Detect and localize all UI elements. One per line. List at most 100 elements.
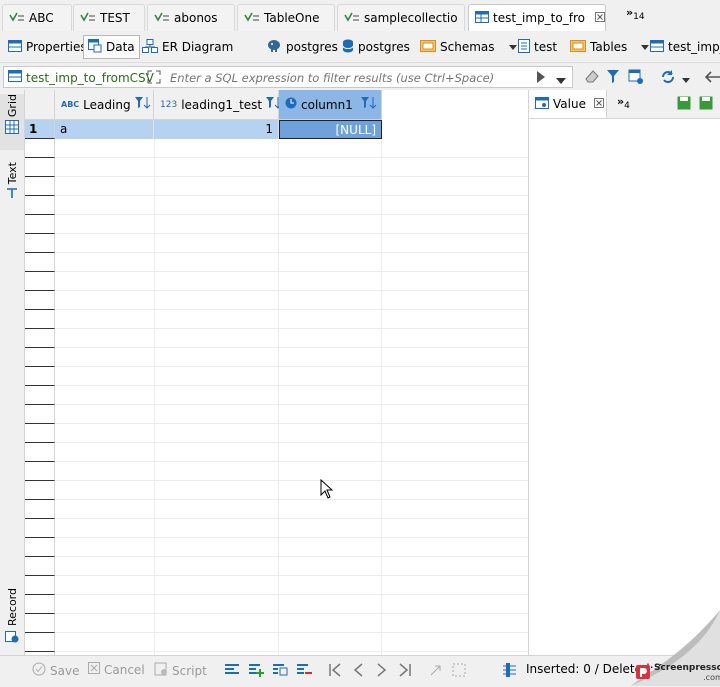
value-panel: Value »4 [528, 90, 720, 655]
editor-tab-abc[interactable]: ABC [2, 4, 72, 31]
grid-line [55, 404, 528, 405]
filter-input[interactable] [168, 68, 532, 88]
row-number-empty [25, 538, 55, 557]
table-cell[interactable]: 1 [154, 120, 279, 139]
cancel-button[interactable]: Cancel [88, 662, 145, 677]
folder-table-icon [420, 39, 436, 55]
next-page-icon[interactable] [376, 663, 388, 680]
editor-tab-tableone[interactable]: TableOne [237, 4, 335, 31]
row-number-empty [25, 348, 55, 367]
panels-icon[interactable] [502, 663, 518, 680]
postgres-elephant-icon [266, 39, 282, 56]
row-number-empty [25, 367, 55, 386]
grid-corner[interactable] [25, 90, 55, 120]
breadcrumb-table[interactable]: test_imp_t [646, 35, 720, 59]
row-number-empty [25, 443, 55, 462]
save-all-icon[interactable] [699, 96, 720, 113]
editor-tab-bar: ABC TEST abonos TableOne samplecollectio… [0, 0, 720, 33]
tab-value[interactable]: Value [529, 90, 607, 118]
editor-tab-test-imp-to-fro[interactable]: test_imp_to_fro [468, 4, 606, 31]
expand-filter-icon[interactable] [147, 70, 161, 87]
filter-settings-icon[interactable] [628, 69, 644, 88]
grid-line [55, 518, 528, 519]
row-number-empty [25, 424, 55, 443]
save-button[interactable]: Save [32, 662, 79, 679]
fetch-next-icon[interactable] [428, 663, 444, 680]
breadcrumb-datasource[interactable]: postgres [262, 35, 342, 59]
apply-filter-icon[interactable] [536, 71, 546, 86]
filter-table-label[interactable]: test_imp_to_fromCSV [8, 70, 154, 85]
row-number-empty [25, 633, 55, 652]
row-number-empty [25, 519, 55, 538]
edit-row-icon[interactable] [224, 663, 240, 680]
grid-line [55, 594, 528, 595]
tab-er-diagram[interactable]: ER Diagram [138, 35, 237, 59]
tab-data[interactable]: Data [83, 35, 140, 59]
previous-page-icon[interactable] [352, 663, 364, 680]
screenpresso-watermark: Screenpresso .com [636, 664, 720, 682]
row-number-empty [25, 291, 55, 310]
add-row-icon[interactable] [248, 663, 264, 680]
table-cell-selected[interactable]: [NULL] [279, 120, 382, 139]
column-header-leading1-test[interactable]: 123 leading1_test [154, 90, 282, 120]
editor-tabs-overflow[interactable]: »14 [626, 6, 645, 22]
grid-line [55, 423, 528, 424]
grid-line [55, 271, 528, 272]
grid-line [55, 499, 528, 500]
save-value-icon[interactable] [677, 96, 691, 113]
refresh-chevron-icon[interactable] [682, 73, 690, 87]
data-icon [88, 38, 102, 56]
tab-properties[interactable]: Properties [4, 35, 91, 59]
fetch-all-icon[interactable] [452, 663, 468, 680]
table-cell[interactable]: a [55, 120, 154, 139]
row-number-empty [25, 481, 55, 500]
sql-script-icon [80, 11, 96, 26]
side-tab-record[interactable]: Record [0, 588, 24, 646]
grid-line [55, 309, 528, 310]
refresh-icon[interactable] [660, 69, 676, 88]
column-header-column1[interactable]: column1 [279, 90, 382, 120]
first-page-icon[interactable] [328, 663, 342, 680]
grid-line [55, 575, 528, 576]
table-icon [650, 39, 664, 55]
editor-tab-samplecollection[interactable]: samplecollectio [337, 4, 465, 31]
database-icon [342, 39, 354, 56]
eraser-icon[interactable] [584, 69, 600, 86]
breadcrumb-tables[interactable]: Tables [566, 35, 653, 59]
check-circle-icon [32, 662, 46, 679]
breadcrumb-schema[interactable]: test [514, 35, 561, 59]
copy-row-icon[interactable] [272, 663, 288, 680]
sort-filter-icon[interactable] [134, 96, 151, 113]
folder-table-icon [570, 39, 586, 55]
filter-box: test_imp_to_fromCSV [3, 66, 573, 88]
side-tab-text[interactable]: Text [0, 162, 24, 202]
breadcrumb-schemas[interactable]: Schemas [416, 35, 521, 59]
grid-line [55, 328, 528, 329]
grid-line [55, 556, 528, 557]
filter-history-chevron-icon[interactable] [556, 74, 566, 88]
breadcrumb-database[interactable]: postgres [338, 35, 414, 59]
sql-script-icon [244, 11, 260, 26]
editor-tab-test[interactable]: TEST [73, 4, 145, 31]
delete-row-icon[interactable] [296, 663, 312, 680]
grid-line [55, 214, 528, 215]
last-page-icon[interactable] [398, 663, 412, 680]
value-panel-tabs: Value »4 [529, 90, 720, 119]
row-number[interactable]: 1 [25, 120, 55, 139]
close-icon[interactable] [594, 11, 605, 25]
close-icon[interactable] [593, 97, 604, 111]
grid-line [55, 537, 528, 538]
side-tab-grid[interactable]: Grid [0, 94, 24, 150]
sql-script-icon [154, 11, 170, 26]
script-button[interactable]: Script [154, 662, 207, 679]
sort-filter-icon[interactable] [361, 96, 377, 113]
value-tabs-overflow[interactable]: »4 [617, 95, 630, 111]
filter-funnel-icon[interactable] [606, 69, 622, 88]
column-header-leading[interactable]: ABC Leading [55, 90, 154, 120]
grid-line [55, 442, 528, 443]
grid-line [55, 195, 528, 196]
editor-tab-abonos[interactable]: abonos [147, 4, 235, 31]
back-arrow-icon[interactable] [704, 71, 720, 86]
row-number-empty [25, 329, 55, 348]
grid-line [55, 480, 528, 481]
